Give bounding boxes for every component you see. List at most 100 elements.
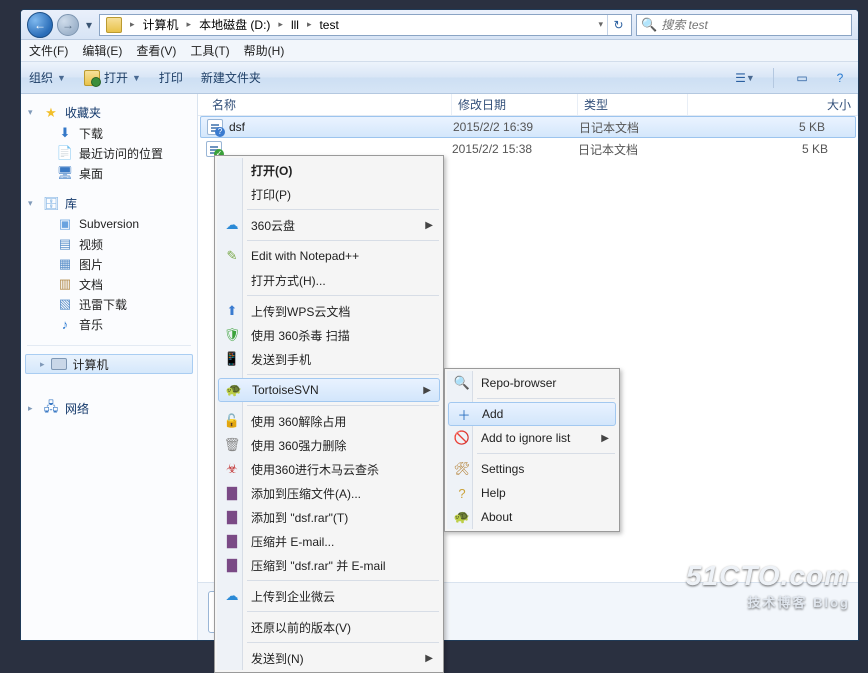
ctx-add-to-archive[interactable]: ▇添加到压缩文件(A)... [217,481,441,505]
nav-back-button[interactable]: ← [27,12,53,38]
nav-item-recent[interactable]: 📄最近访问的位置 [21,143,197,163]
separator [477,398,615,399]
svn-settings[interactable]: 🛠Settings [447,457,617,481]
desktop-icon: 🖥 [57,165,73,181]
file-date: 2015/2/2 16:39 [453,120,579,134]
ctx-open[interactable]: 打开(O) [217,158,441,182]
file-row[interactable]: dsf 2015/2/2 16:39 日记本文档 5 KB [200,116,856,138]
command-bar: 组织▼ 打开▼ 打印 新建文件夹 ☰ ▼ ▭ ? [21,62,858,94]
breadcrumb[interactable]: ▸ 计算机 ▸ 本地磁盘 (D:) ▸ lll ▸ test ▾ ↻ [99,14,632,36]
chevron-right-icon: ▶ [425,220,433,231]
breadcrumb-seg[interactable]: 计算机 [139,15,183,35]
preview-pane-button[interactable]: ▭ [792,68,812,88]
ctx-compress-dsf-email[interactable]: ▇压缩到 "dsf.rar" 并 E-mail [217,553,441,577]
nav-item-videos[interactable]: ▤视频 [21,234,197,254]
ctx-360-trojan[interactable]: ☣使用360进行木马云查杀 [217,457,441,481]
menu-help[interactable]: 帮助(H) [244,42,285,59]
column-date[interactable]: 修改日期 [452,94,578,115]
phone-icon: 📱 [223,350,241,368]
nav-forward-button[interactable]: → [57,14,79,36]
cloud-icon: ☁ [223,216,241,234]
nav-item-subversion[interactable]: ▣Subversion [21,214,197,234]
network-icon: 🖧 [43,401,59,417]
ctx-send-phone[interactable]: 📱发送到手机 [217,347,441,371]
ctx-360-force-delete[interactable]: 🗑使用 360强力删除 [217,433,441,457]
file-size: 5 KB [688,142,858,156]
archive-icon: ▇ [223,484,241,502]
ctx-360-scan[interactable]: 🛡使用 360杀毒 扫描 [217,323,441,347]
chevron-right-icon: ▶ [423,385,431,396]
chevron-down-icon[interactable]: ▾ [596,19,605,30]
svn-add[interactable]: ＋Add [448,402,616,426]
ctx-compress-email[interactable]: ▇压缩并 E-mail... [217,529,441,553]
file-size: 5 KB [689,120,855,134]
nav-item-computer[interactable]: ▸ 计算机 [25,354,193,374]
breadcrumb-seg[interactable]: 本地磁盘 (D:) [195,15,274,35]
separator [247,580,439,581]
open-button[interactable]: 打开▼ [84,69,141,86]
thunder-icon: ▧ [57,296,73,312]
search-box[interactable]: 🔍 [636,14,852,36]
svn-about[interactable]: 🐢About [447,505,617,529]
breadcrumb-seg[interactable]: lll [287,15,303,35]
search-input[interactable] [661,18,847,32]
ctx-print[interactable]: 打印(P) [217,182,441,206]
music-icon: ♪ [57,316,73,332]
menu-tools[interactable]: 工具(T) [190,42,229,59]
nav-history-dropdown[interactable]: ▾ [83,14,95,36]
ctx-360-unlock[interactable]: 🔓使用 360解除占用 [217,409,441,433]
virus-scan-icon: ☣ [223,460,241,478]
nav-group-favorites[interactable]: ▾ ★ 收藏夹 [21,102,197,123]
column-name[interactable]: 名称 [206,94,452,115]
tortoisesvn-icon: 🐢 [225,381,243,399]
ctx-wps-upload[interactable]: ⬆上传到WPS云文档 [217,299,441,323]
view-options-button[interactable]: ☰ ▼ [735,68,755,88]
nav-item-desktop[interactable]: 🖥桌面 [21,163,197,183]
chevron-down-icon: ▼ [57,73,66,83]
new-folder-button[interactable]: 新建文件夹 [201,69,261,86]
search-icon: 🔍 [641,17,657,33]
menu-edit[interactable]: 编辑(E) [82,42,122,59]
archive-icon: ▇ [223,532,241,550]
print-button[interactable]: 打印 [159,69,183,86]
ctx-send-to[interactable]: 发送到(N)▶ [217,646,441,670]
menu-file[interactable]: 文件(F) [29,42,68,59]
ctx-open-with[interactable]: 打开方式(H)... [217,268,441,292]
ctx-360cloud[interactable]: ☁360云盘▶ [217,213,441,237]
help-button[interactable]: ? [830,68,850,88]
ctx-tortoisesvn[interactable]: 🐢TortoiseSVN▶ [218,378,440,402]
nav-item-network[interactable]: ▸ 🖧 网络 [21,398,197,419]
arrow-left-icon: ← [34,18,46,32]
chevron-down-icon: ▾ [28,107,37,118]
nav-item-pictures[interactable]: ▦图片 [21,254,197,274]
separator [477,453,615,454]
refresh-button[interactable]: ↻ [607,15,629,35]
svn-add-to-ignore[interactable]: 🚫Add to ignore list▶ [447,426,617,450]
breadcrumb-seg[interactable]: test [315,15,342,35]
separator [247,374,439,375]
nav-item-downloads[interactable]: ⬇下载 [21,123,197,143]
notepadpp-icon: ✎ [223,247,241,265]
cloud-icon: ☁ [223,587,241,605]
nav-group-libraries[interactable]: ▾ 🗄 库 [21,193,197,214]
menu-view[interactable]: 查看(V) [136,42,176,59]
svn-repo-browser[interactable]: 🔍Repo-browser [447,371,617,395]
help-icon: ? [453,484,471,502]
ctx-upload-qywx[interactable]: ☁上传到企业微云 [217,584,441,608]
recent-icon: 📄 [57,145,73,161]
column-headers: 名称 修改日期 类型 大小 [198,94,858,116]
nav-item-music[interactable]: ♪音乐 [21,314,197,334]
nav-item-thunder[interactable]: ▧迅雷下载 [21,294,197,314]
chevron-right-icon: ▶ [425,653,433,664]
ctx-notepadpp[interactable]: ✎Edit with Notepad++ [217,244,441,268]
nav-item-documents[interactable]: ▥文档 [21,274,197,294]
column-type[interactable]: 类型 [578,94,688,115]
ctx-restore-previous[interactable]: 还原以前的版本(V) [217,615,441,639]
column-size[interactable]: 大小 [688,94,858,115]
ctx-add-to-dsf-rar[interactable]: ▇添加到 "dsf.rar"(T) [217,505,441,529]
settings-icon: 🛠 [453,460,471,478]
svn-help[interactable]: ?Help [447,481,617,505]
separator [247,642,439,643]
organize-button[interactable]: 组织▼ [29,69,66,86]
context-menu: 打开(O) 打印(P) ☁360云盘▶ ✎Edit with Notepad++… [214,155,444,673]
